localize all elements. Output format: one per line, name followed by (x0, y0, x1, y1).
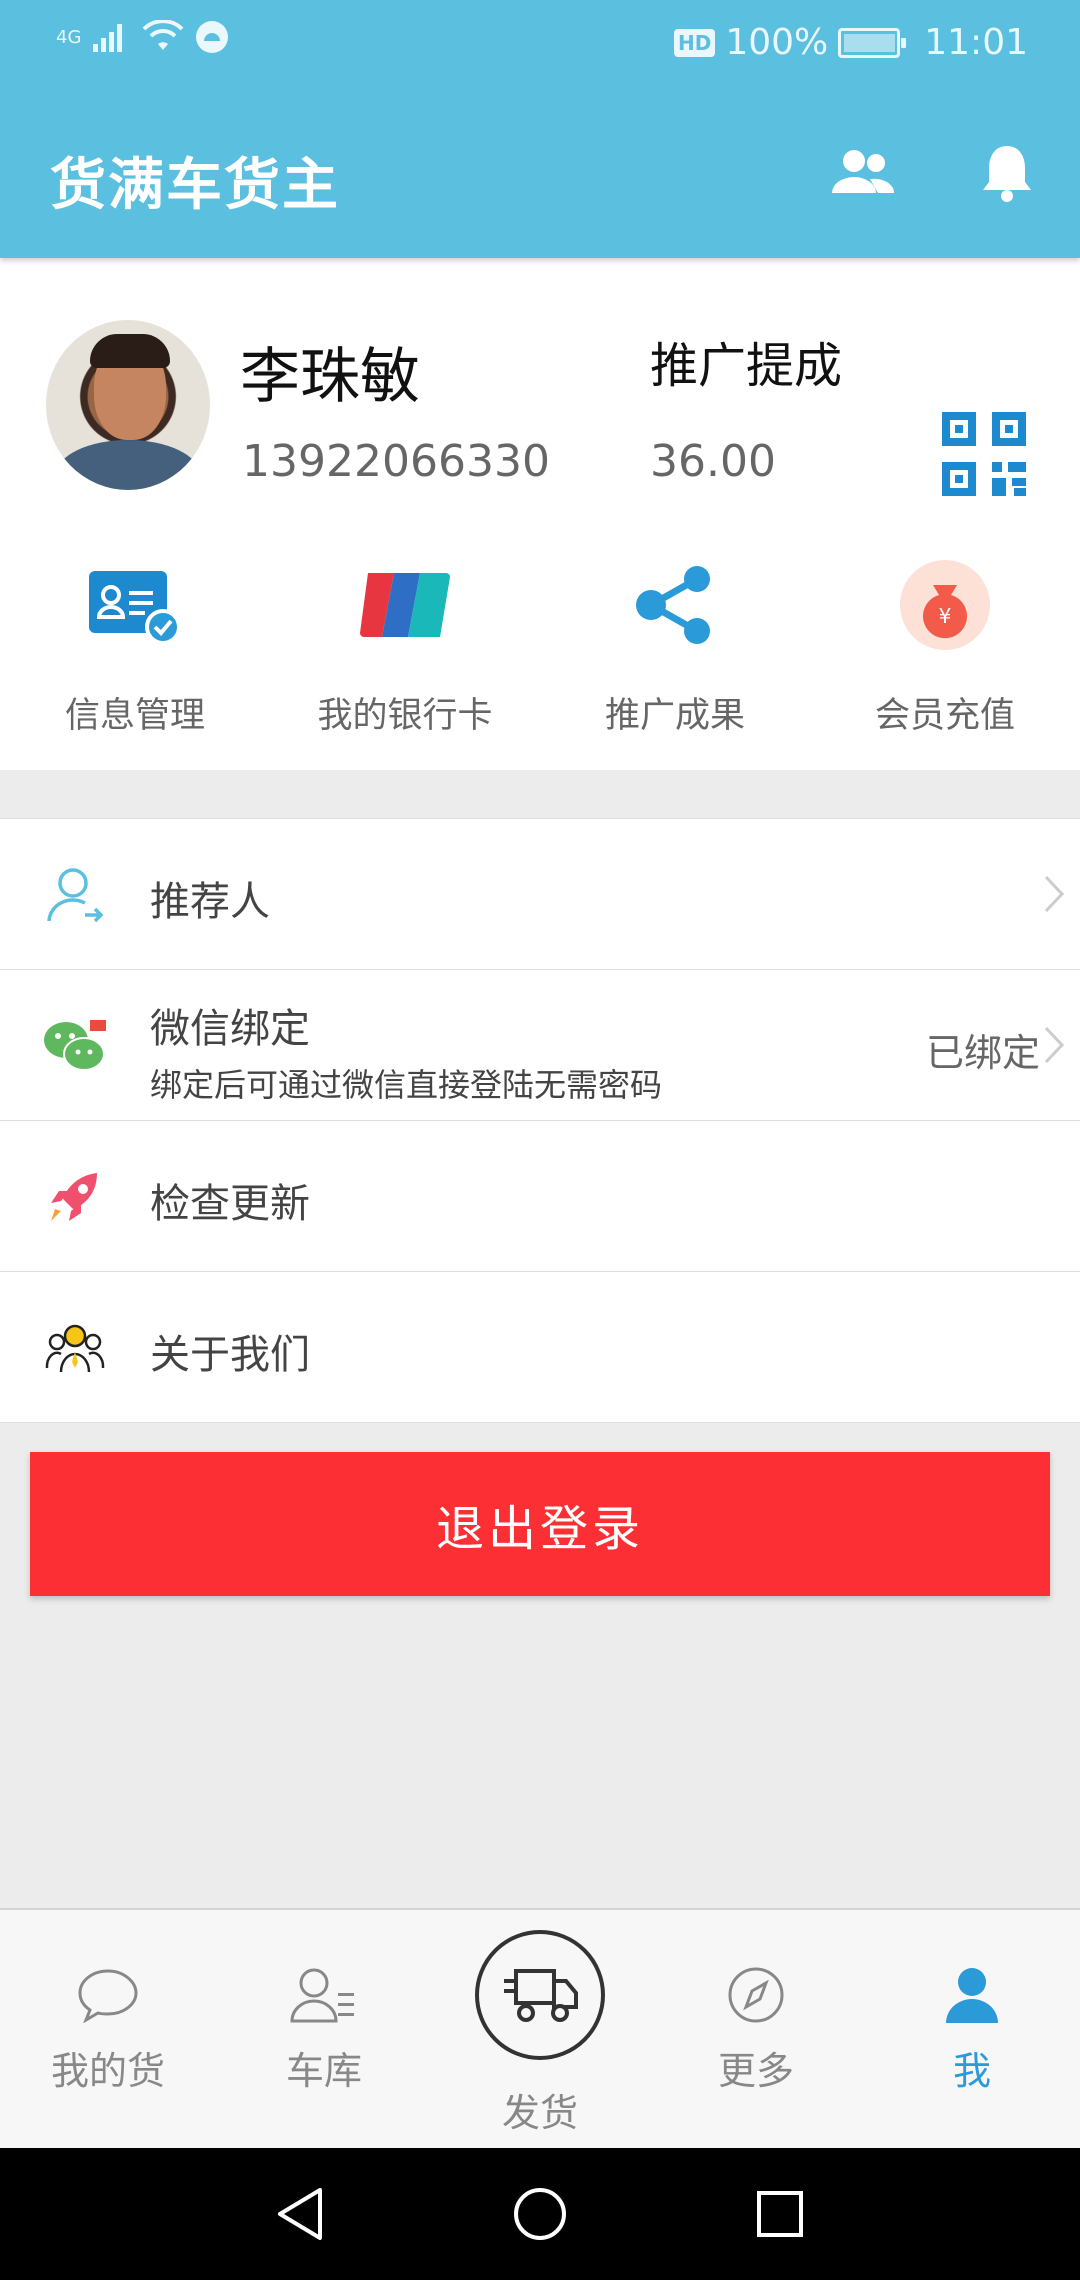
clock: 11:01 (924, 22, 1028, 63)
share-icon (627, 558, 723, 651)
app-title: 货满车货主 (50, 153, 340, 218)
recents-button[interactable] (744, 2178, 816, 2250)
battery-percent: 100% (725, 22, 829, 63)
tab-me[interactable]: 我 (864, 1910, 1080, 2150)
notification-button[interactable] (972, 138, 1042, 208)
quick-promo-results[interactable]: 推广成果 (540, 558, 810, 738)
quick-bank-card[interactable]: 我的银行卡 (270, 558, 540, 738)
back-triangle-icon (278, 2188, 322, 2240)
android-icon (196, 21, 229, 53)
list-item-wechat[interactable]: 微信绑定 绑定后可通过微信直接登陆无需密码 已绑定 (0, 970, 1080, 1121)
avatar[interactable] (46, 320, 210, 490)
home-button[interactable] (504, 2178, 576, 2250)
id-card-icon (87, 558, 183, 651)
quick-actions: 信息管理 我的银行卡 推广成果 ¥ 会员充值 (0, 558, 1080, 738)
hd-badge: HD (673, 28, 716, 57)
quick-info-management[interactable]: 信息管理 (0, 558, 270, 738)
list-item-referrer[interactable]: 推荐人 (0, 819, 1080, 970)
quick-member-recharge[interactable]: ¥ 会员充值 (810, 558, 1080, 738)
back-button[interactable] (263, 2178, 335, 2250)
person-icon (937, 1960, 1007, 2030)
tab-more[interactable]: 更多 (648, 1910, 864, 2150)
chevron-right-icon (1044, 1026, 1065, 1064)
system-nav-bar (0, 2148, 1080, 2280)
user-list-icon (289, 1960, 359, 2030)
logout-button[interactable]: 退出登录 (30, 1452, 1050, 1596)
status-bar: 4G HD 100% 11:01 (0, 0, 1080, 92)
promo-value: 36.00 (650, 436, 776, 487)
profile-card: 李珠敏 13922066330 推广提成 36.00 信息管理 我的银行卡 推广… (0, 258, 1080, 770)
user-phone: 13922066330 (242, 436, 550, 487)
money-bag-icon: ¥ (897, 558, 993, 651)
chevron-right-icon (1044, 875, 1065, 913)
about-label: 关于我们 (150, 1332, 310, 1378)
contacts-icon (832, 150, 895, 193)
ship-button[interactable] (475, 1930, 605, 2060)
chat-bubble-icon (73, 1960, 143, 2030)
contacts-button[interactable] (828, 138, 898, 208)
tab-label: 更多 (717, 2049, 794, 2093)
recents-square-icon (757, 2191, 803, 2237)
user-name: 李珠敏 (240, 342, 420, 412)
quick-label: 会员充值 (874, 696, 1015, 736)
settings-list: 推荐人 微信绑定 绑定后可通过微信直接登陆无需密码 已绑定 检查更新 关于我们 (0, 818, 1080, 1423)
tab-label: 我 (952, 2049, 991, 2093)
check-update-label: 检查更新 (150, 1181, 310, 1227)
wechat-icon (42, 1013, 108, 1079)
list-item-check-update[interactable]: 检查更新 (0, 1121, 1080, 1272)
network-label: 4G (56, 26, 82, 48)
bank-card-icon (357, 558, 453, 651)
status-left: 4G (56, 20, 229, 54)
status-right: HD 100% 11:01 (673, 22, 1028, 63)
app-header: 4G HD 100% 11:01 货满车货主 (0, 0, 1080, 258)
svg-text:¥: ¥ (939, 604, 952, 628)
battery-icon (838, 27, 907, 58)
bell-icon (983, 146, 1031, 202)
home-circle-icon (514, 2188, 566, 2240)
truck-icon (504, 1969, 578, 2022)
quick-label: 推广成果 (604, 696, 745, 736)
wechat-status: 已绑定 (925, 1031, 1040, 1075)
team-icon (42, 1315, 108, 1381)
rocket-icon (42, 1164, 108, 1230)
qr-code-icon[interactable] (942, 412, 1026, 496)
compass-icon (721, 1960, 791, 2030)
list-item-about[interactable]: 关于我们 (0, 1272, 1080, 1423)
signal-icon (93, 24, 123, 52)
wechat-subtitle: 绑定后可通过微信直接登陆无需密码 (150, 1066, 663, 1104)
bottom-nav: 我的货 车库 发货 更多 我 (0, 1908, 1080, 2148)
referrer-icon (42, 862, 108, 928)
referrer-label: 推荐人 (150, 879, 270, 925)
quick-label: 信息管理 (64, 696, 205, 736)
wechat-label: 微信绑定 (150, 1006, 310, 1052)
promo-label: 推广提成 (650, 338, 843, 394)
wifi-icon (142, 20, 184, 50)
quick-label: 我的银行卡 (317, 696, 493, 736)
